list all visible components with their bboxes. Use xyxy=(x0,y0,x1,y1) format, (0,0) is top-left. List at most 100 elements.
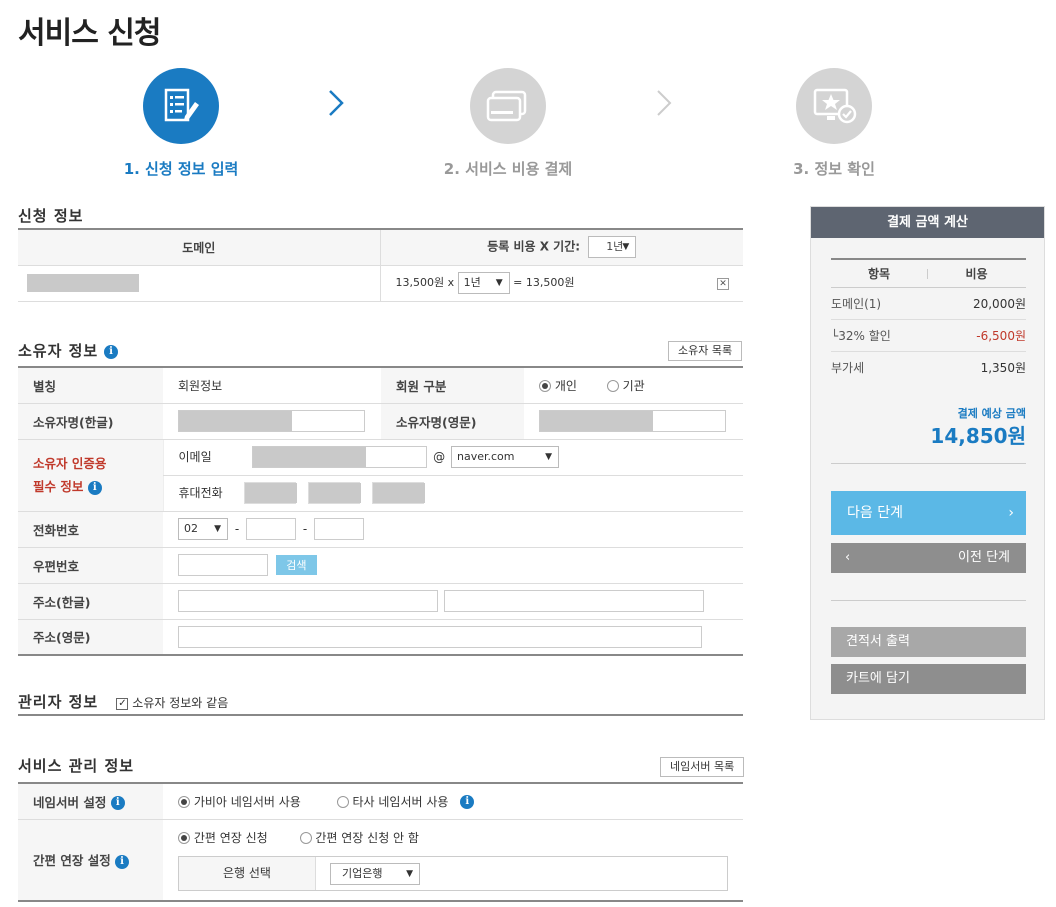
next-step-button[interactable]: 다음 단계 › xyxy=(831,491,1026,535)
info-icon[interactable]: i xyxy=(110,796,125,811)
owner-list-button[interactable]: 소유자 목록 xyxy=(668,341,743,361)
zip-input[interactable] xyxy=(178,554,268,576)
step-1-label: 1. 신청 정보 입력 xyxy=(123,160,239,178)
chevron-right-icon: › xyxy=(1008,505,1014,521)
step-1: 1. 신청 정보 입력 xyxy=(81,68,281,179)
addr-en-input[interactable] xyxy=(178,625,702,648)
bank-cell: 기업은행 ▼ xyxy=(316,857,420,890)
ns-options: 가비아 네임서버 사용 타사 네임서버 사용 i xyxy=(163,782,743,820)
addr-en-row xyxy=(163,619,743,656)
form-edit-icon xyxy=(143,68,219,144)
admin-divider xyxy=(18,714,743,716)
info-icon[interactable]: i xyxy=(87,480,102,495)
email-label: 이메일 xyxy=(178,449,212,464)
step-3-label: 3. 정보 확인 xyxy=(793,160,875,178)
email-row: 이메일 @ naver.com ▼ xyxy=(162,439,743,476)
calc-row-domain: 도메인(1) 20,000원 xyxy=(831,289,1026,320)
member-type-label: 회원 구분 xyxy=(381,366,524,404)
step-2-label: 2. 서비스 비용 결제 xyxy=(443,160,573,178)
step-3: 3. 정보 확인 xyxy=(734,68,934,179)
alias-value: 회원정보 xyxy=(163,366,381,404)
addr-kr-row xyxy=(163,583,743,620)
service-section-title: 서비스 관리 정보 xyxy=(18,757,135,775)
price-total: = 13,500원 xyxy=(513,276,575,289)
alias-label: 별칭 xyxy=(18,366,163,404)
col-period-header: 등록 비용 X 기간: 1년 ▼ xyxy=(379,228,743,266)
col-domain: 도메인 xyxy=(18,228,380,266)
email-input[interactable] xyxy=(252,446,428,468)
radio-ns-gabia[interactable] xyxy=(178,796,190,809)
bank-box: 은행 선택 기업은행 ▼ xyxy=(178,855,728,891)
info-icon[interactable]: i xyxy=(115,854,130,869)
addr-kr-input-2[interactable] xyxy=(443,590,704,612)
apply-section-title: 신청 정보 xyxy=(18,207,84,225)
owner-section-title: 소유자 정보 i xyxy=(18,340,119,361)
radio-personal[interactable] xyxy=(539,380,551,393)
service-table: 네임서버 설정 i 가비아 네임서버 사용 타사 네임서버 사용 i 간편 연장… xyxy=(18,782,743,902)
mobile-input-1[interactable] xyxy=(244,482,298,504)
mobile-row: 휴대전화 xyxy=(162,475,743,512)
step-2: 2. 서비스 비용 결제 xyxy=(408,68,608,179)
period-select-header[interactable]: 1년 ▼ xyxy=(588,236,637,259)
price-unit: 13,500원 x xyxy=(395,276,455,289)
remove-domain-icon[interactable]: ✕ xyxy=(717,277,729,290)
nameserver-list-button[interactable]: 네임서버 목록 xyxy=(660,757,745,777)
member-type-field: 개인 기관 xyxy=(524,366,743,404)
radio-renew-on[interactable] xyxy=(178,832,190,844)
zip-row: 검색 xyxy=(163,547,743,584)
name-kr-input[interactable] xyxy=(178,410,365,432)
renew-options: 간편 연장 신청 간편 연장 신청 안 함 은행 선택 기업은행 ▼ xyxy=(163,819,743,902)
panel-divider xyxy=(831,600,1026,601)
phone-input-2[interactable] xyxy=(246,518,296,540)
auth-label: 소유자 인증용 필수 정보 i xyxy=(18,439,163,512)
mobile-input-3[interactable] xyxy=(371,482,425,504)
period-select-row[interactable]: 1년 ▼ xyxy=(457,272,510,294)
domain-cell xyxy=(18,265,380,302)
col-period-label: 등록 비용 X 기간: xyxy=(487,239,581,254)
name-en-label: 소유자명(영문) xyxy=(381,403,524,440)
radio-renew-off[interactable] xyxy=(299,832,312,844)
name-kr-cell xyxy=(163,403,381,440)
name-en-input[interactable] xyxy=(539,410,726,432)
prev-step-button[interactable]: ‹ 이전 단계 xyxy=(831,543,1026,573)
owner-table: 별칭 회원정보 회원 구분 개인 기관 소유자명(한글) 소유자명(영문) 소유… xyxy=(18,366,743,656)
add-to-cart-button[interactable]: 카트에 담기 xyxy=(831,664,1026,694)
addr-kr-input-1[interactable] xyxy=(178,590,438,612)
mobile-label: 휴대전화 xyxy=(178,485,223,500)
bank-label: 은행 선택 xyxy=(179,856,316,890)
expected-label: 결제 예상 금액 xyxy=(957,407,1026,420)
same-as-owner-checkbox[interactable]: ✓ xyxy=(116,697,129,710)
price-cell: 13,500원 x 1년 ▼ = 13,500원 ✕ xyxy=(379,265,743,302)
phone-prefix-select[interactable]: 02 ▼ xyxy=(178,518,228,540)
zip-search-button[interactable]: 검색 xyxy=(275,555,317,575)
radio-org[interactable] xyxy=(606,380,619,393)
calc-row-vat: 부가세 1,350원 xyxy=(831,361,1026,375)
radio-ns-other[interactable] xyxy=(336,796,349,809)
ns-label: 네임서버 설정 i xyxy=(18,782,163,820)
phone-input-3[interactable] xyxy=(314,518,364,540)
monitor-check-icon xyxy=(796,68,872,144)
info-icon[interactable]: i xyxy=(460,795,475,810)
admin-section-title: 관리자 정보 ✓ 소유자 정보와 같음 xyxy=(18,693,229,711)
addr-en-label: 주소(영문) xyxy=(18,619,163,656)
domain-masked xyxy=(27,274,139,292)
zip-label: 우편번호 xyxy=(18,547,163,584)
quote-print-button[interactable]: 견적서 출력 xyxy=(831,627,1026,657)
calc-row-discount: └32% 할인 -6,500원 xyxy=(831,321,1026,352)
email-domain-select[interactable]: naver.com ▼ xyxy=(450,446,559,468)
apply-table: 도메인 등록 비용 X 기간: 1년 ▼ 13,500원 x 1년 ▼ = 13,5… xyxy=(18,228,743,302)
page-title: 서비스 신청 xyxy=(18,16,161,51)
info-icon[interactable]: i xyxy=(104,344,119,359)
bank-select[interactable]: 기업은행 ▼ xyxy=(330,862,420,885)
chevron-left-icon: ‹ xyxy=(845,550,851,565)
expected-amount: 14,850원 xyxy=(930,424,1026,448)
chevron-right-icon xyxy=(654,88,674,124)
same-as-owner: ✓ 소유자 정보와 같음 xyxy=(116,696,229,710)
col-cost: 비용 xyxy=(965,267,988,281)
panel-divider xyxy=(831,463,1026,464)
panel-title: 결제 금액 계산 xyxy=(811,207,1044,238)
payment-panel: 결제 금액 계산 항목 비용 도메인(1) 20,000원 └32% 할인 -6… xyxy=(810,206,1045,720)
mobile-input-2[interactable] xyxy=(308,482,362,504)
addr-kr-label: 주소(한글) xyxy=(18,583,163,620)
col-item: 항목 xyxy=(831,268,928,280)
